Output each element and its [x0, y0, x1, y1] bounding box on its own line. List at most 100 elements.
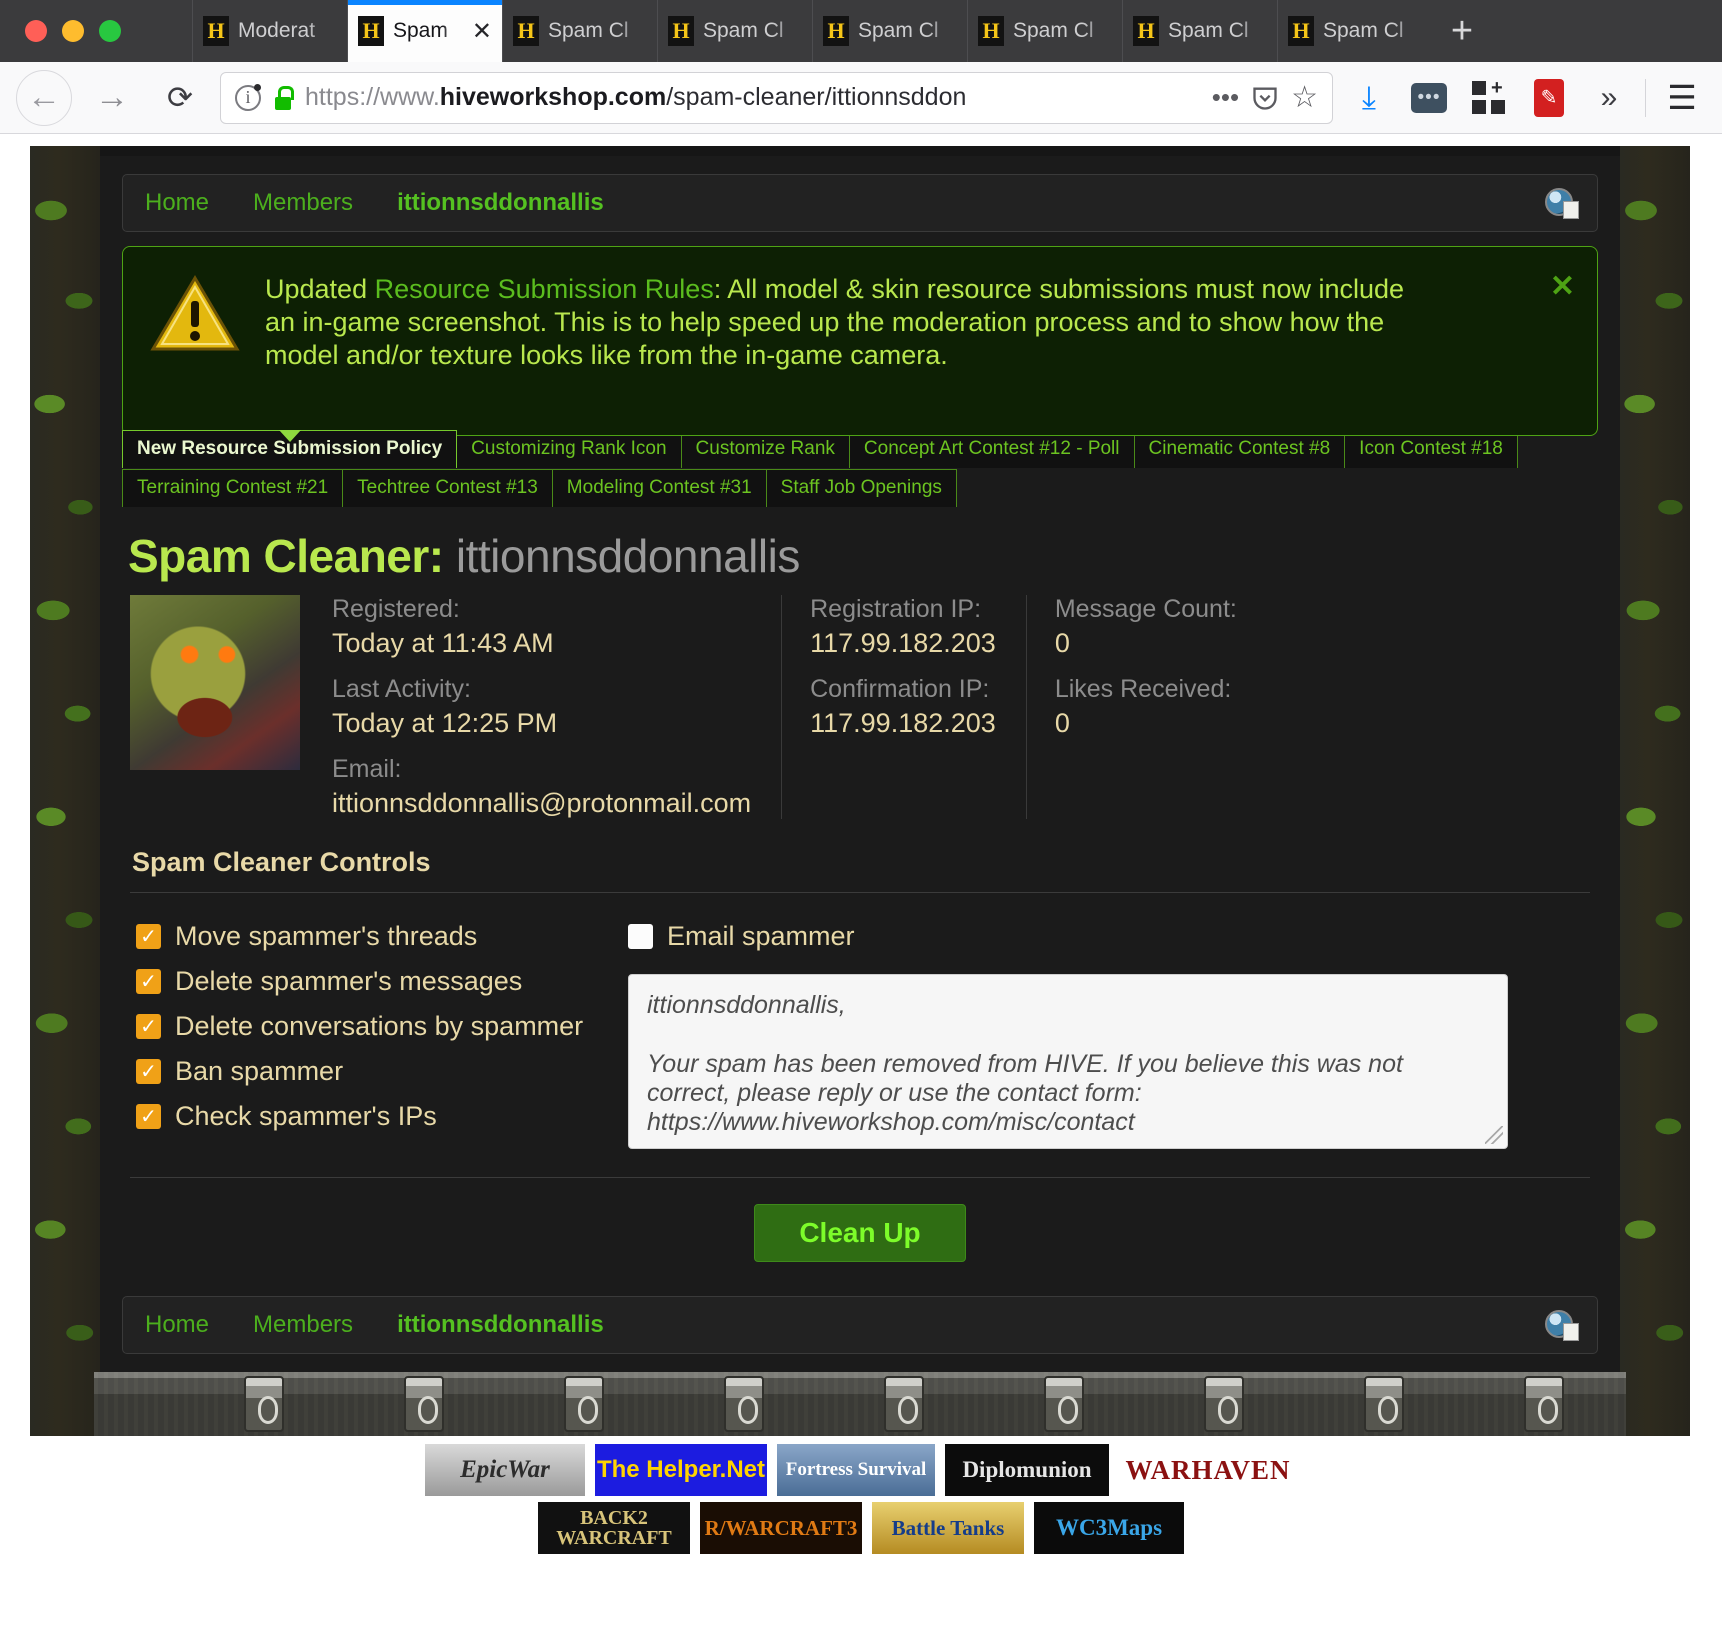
reload-button[interactable]: ⟳ [152, 70, 208, 126]
tab-title: Spam Cl [858, 19, 939, 42]
breadcrumb-link[interactable]: Home [123, 189, 231, 217]
browser-tab-4[interactable]: H Spam Cl [812, 0, 967, 62]
hive-favicon-icon: H [203, 16, 229, 46]
add-extension-icon: + [1472, 78, 1506, 115]
magic-wand-extension-icon: ✎ [1534, 78, 1564, 117]
banner-back2warcraft[interactable]: BACK2 WARCRAFT [538, 1502, 690, 1554]
notes-extension-icon: ••• [1411, 82, 1447, 113]
hive-favicon-icon: H [823, 16, 849, 46]
maximize-window-button[interactable] [99, 20, 121, 42]
page-actions-icon[interactable]: ••• [1212, 82, 1239, 113]
breadcrumb-item-home[interactable]: Home [123, 175, 231, 231]
browser-tab-5[interactable]: H Spam Cl [967, 0, 1122, 62]
forward-button[interactable]: → [84, 70, 140, 126]
checkbox-check-ips[interactable]: ✓ Check spammer's IPs [136, 1101, 600, 1132]
breadcrumb-item-user[interactable]: ittionnsddonnallis [375, 1297, 626, 1353]
url-text: https://www.hiveworkshop.com/spam-cleane… [305, 83, 1200, 112]
checkbox-label: Ban spammer [175, 1056, 344, 1086]
checkbox-checked-icon[interactable]: ✓ [136, 924, 161, 949]
browser-tab-7[interactable]: H Spam Cl [1277, 0, 1432, 62]
banner-the-helper-net[interactable]: The Helper.Net [595, 1444, 767, 1496]
banner-wc3maps[interactable]: WC3Maps [1034, 1502, 1184, 1554]
browser-chrome: H Moderat H Spam ✕ H Spam Cl H Spam Cl H… [0, 0, 1722, 134]
email-message-textarea[interactable]: ittionnsddonnallis, Your spam has been r… [628, 974, 1508, 1149]
browser-tab-2[interactable]: H Spam Cl [502, 0, 657, 62]
breadcrumb-bottom: Home Members ittionnsddonnallis [122, 1296, 1598, 1354]
tabnav-item-techtree-contest[interactable]: Techtree Contest #13 [343, 469, 553, 507]
tab-title: Spam Cl [1013, 19, 1094, 42]
tabnav-item-modeling-contest[interactable]: Modeling Contest #31 [552, 469, 767, 507]
checkbox-delete-conversations[interactable]: ✓ Delete conversations by spammer [136, 1011, 600, 1042]
download-button[interactable]: ⤓ [1345, 72, 1393, 124]
close-tab-icon[interactable]: ✕ [472, 17, 492, 46]
banner-warhaven[interactable]: WARHAVEN [1119, 1444, 1297, 1496]
hive-favicon-icon: H [668, 16, 694, 46]
stone-border-bottom-decoration [94, 1372, 1626, 1436]
tab-title: Spam Cl [548, 19, 629, 42]
back-button[interactable]: ← [16, 69, 72, 126]
breadcrumb-item-user[interactable]: ittionnsddonnallis [375, 175, 626, 231]
checkbox-checked-icon[interactable]: ✓ [136, 1059, 161, 1084]
checkbox-checked-icon[interactable]: ✓ [136, 1014, 161, 1039]
tabnav-item-terraining-contest[interactable]: Terraining Contest #21 [122, 469, 344, 507]
rss-feed-icon[interactable] [1545, 1310, 1579, 1341]
site-information-icon[interactable]: i [235, 83, 261, 111]
breadcrumb-link[interactable]: ittionnsddonnallis [375, 189, 626, 217]
browser-tab-3[interactable]: H Spam Cl [657, 0, 812, 62]
page-viewport: Home Members ittionnsddonnallis Updated … [0, 134, 1722, 1626]
avatar[interactable] [130, 595, 300, 770]
tab-title: Spam Cl [1168, 19, 1249, 42]
tabnav-item-new-resource-submission-policy[interactable]: New Resource Submission Policy [122, 430, 458, 468]
checkbox-checked-icon[interactable]: ✓ [136, 1104, 161, 1129]
clean-up-button[interactable]: Clean Up [754, 1204, 966, 1262]
breadcrumb-link[interactable]: ittionnsddonnallis [375, 1311, 626, 1339]
rss-feed-icon[interactable] [1545, 188, 1579, 219]
checkbox-column: ✓ Move spammer's threads ✓ Delete spamme… [130, 921, 600, 1149]
breadcrumb-item-members[interactable]: Members [231, 1297, 375, 1353]
hive-favicon-icon: H [513, 16, 539, 46]
overflow-button[interactable]: » [1585, 72, 1633, 124]
hive-site-frame: Home Members ittionnsddonnallis Updated … [30, 146, 1690, 1436]
new-tab-button[interactable]: + [1432, 0, 1492, 62]
hive-favicon-icon: H [1133, 16, 1159, 46]
minimize-window-button[interactable] [62, 20, 84, 42]
user-detail-column-dates: Registered: Today at 11:43 AM Last Activ… [332, 595, 781, 819]
hive-favicon-icon: H [358, 16, 384, 46]
site-notice-banner: Updated Resource Submission Rules: All m… [122, 246, 1598, 436]
dismiss-notice-icon[interactable]: ✕ [1550, 269, 1575, 304]
checkbox-delete-messages[interactable]: ✓ Delete spammer's messages [136, 966, 600, 997]
extension-wand-button[interactable]: ✎ [1525, 72, 1573, 124]
checkbox-checked-icon[interactable]: ✓ [136, 969, 161, 994]
banner-fortress-survival[interactable]: Fortress Survival [777, 1444, 935, 1496]
breadcrumb-item-home[interactable]: Home [123, 1297, 231, 1353]
checkbox-move-threads[interactable]: ✓ Move spammer's threads [136, 921, 600, 952]
banner-epicwar[interactable]: EpicWar [425, 1444, 585, 1496]
banner-r-warcraft3[interactable]: R/WARCRAFT3 [700, 1502, 862, 1554]
checkbox-email-spammer[interactable]: Email spammer [628, 921, 1590, 952]
browser-tab-1[interactable]: H Spam ✕ [347, 0, 502, 62]
browser-tab-6[interactable]: H Spam Cl [1122, 0, 1277, 62]
tabnav-item-staff-job-openings[interactable]: Staff Job Openings [766, 469, 957, 507]
likes-received-value: 0 [1054, 708, 1070, 738]
pocket-icon[interactable] [1251, 83, 1279, 113]
banner-battle-tanks[interactable]: Battle Tanks [872, 1502, 1024, 1554]
banner-diplomunion[interactable]: Diplomunion [945, 1444, 1109, 1496]
app-menu-button[interactable]: ☰ [1658, 72, 1706, 124]
message-count-label: Message Count: [1054, 595, 1237, 623]
breadcrumb-link[interactable]: Members [231, 189, 375, 217]
checkbox-label: Delete conversations by spammer [175, 1011, 584, 1041]
page-content: Home Members ittionnsddonnallis Updated … [100, 156, 1620, 1372]
extension-grid-button[interactable]: + [1465, 72, 1513, 124]
checkbox-unchecked-icon[interactable] [628, 924, 653, 949]
extension-notes-button[interactable]: ••• [1405, 72, 1453, 124]
breadcrumb-link[interactable]: Members [231, 1311, 375, 1339]
address-bar[interactable]: i https://www.hiveworkshop.com/spam-clea… [220, 71, 1333, 124]
bookmark-star-icon[interactable]: ☆ [1291, 80, 1318, 115]
checkbox-ban-spammer[interactable]: ✓ Ban spammer [136, 1056, 600, 1087]
breadcrumb-link[interactable]: Home [123, 1311, 231, 1339]
close-window-button[interactable] [25, 20, 47, 42]
breadcrumb-item-members[interactable]: Members [231, 175, 375, 231]
browser-tab-0[interactable]: H Moderat [192, 0, 347, 62]
hamburger-menu-icon: ☰ [1667, 79, 1697, 116]
resource-submission-rules-link[interactable]: Resource Submission Rules [375, 274, 714, 304]
